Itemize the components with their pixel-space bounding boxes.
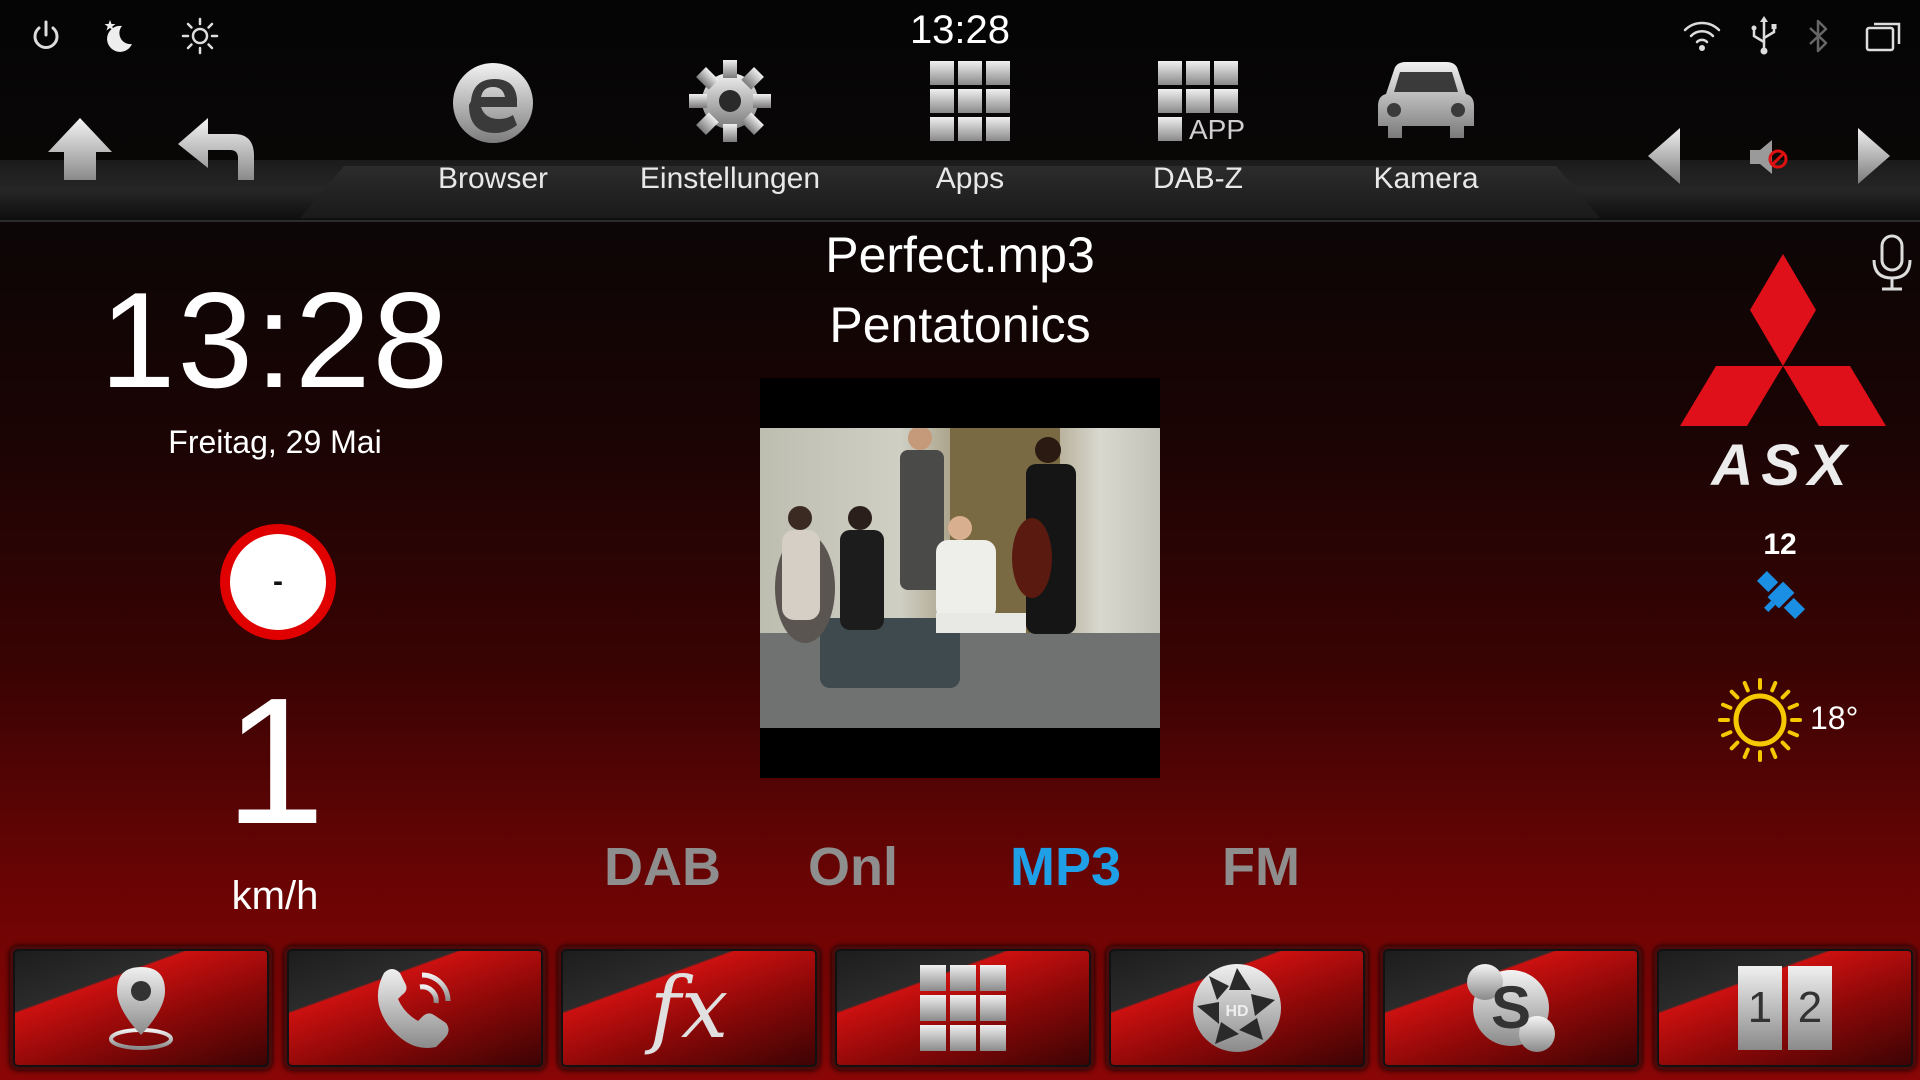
- dab-app-icon: APP: [1143, 46, 1253, 156]
- nav-browser-label: Browser: [437, 162, 549, 195]
- nav-browser-button[interactable]: Browser: [423, 46, 563, 196]
- nav-dab-z-label: DAB-Z: [1153, 162, 1243, 195]
- speed-unit: km/h: [231, 874, 319, 918]
- chevron-left-icon: [1648, 128, 1680, 184]
- album-art-image: [760, 378, 1160, 778]
- svg-text:S: S: [1491, 974, 1531, 1041]
- dock-hd-camera-button[interactable]: HD: [1106, 946, 1368, 1070]
- volume-down-button[interactable]: [1640, 124, 1690, 188]
- window-switch-icon[interactable]: [1862, 14, 1906, 58]
- nav-camera-button[interactable]: Kamera: [1356, 46, 1496, 196]
- speaker-muted-icon: [1750, 140, 1788, 174]
- brand-logo: ASX: [1676, 250, 1890, 498]
- hd-camera-icon: HD: [1193, 964, 1281, 1052]
- dock-fx-button[interactable]: fx: [558, 946, 820, 1070]
- back-arrow-icon: [178, 118, 254, 180]
- grid-menu-icon: [920, 965, 1006, 1051]
- settings-gear-icon: [675, 46, 785, 156]
- car-camera-icon: [1371, 46, 1481, 156]
- source-dab[interactable]: DAB: [604, 836, 721, 898]
- temperature-value: 18°: [1810, 700, 1859, 736]
- browser-icon: [438, 46, 548, 156]
- bluetooth-icon: [1796, 14, 1840, 58]
- split-screen-icon: 1 2: [1738, 966, 1832, 1050]
- speed-limit-sign: -: [220, 524, 336, 640]
- apps-grid-icon: [915, 46, 1025, 156]
- dock-navigation-button[interactable]: [10, 946, 272, 1070]
- skype-icon: S: [1467, 964, 1555, 1052]
- dab-app-icon-text: APP: [1189, 114, 1246, 145]
- split-left-pane: 1: [1738, 966, 1782, 1050]
- date-label: Freitag, 29 Mai: [168, 424, 382, 460]
- speed-value: 1: [224, 661, 326, 862]
- track-title[interactable]: Perfect.mp3: [660, 226, 1260, 284]
- weather-sun-icon: [1716, 676, 1804, 764]
- svg-text:HD: HD: [1225, 1003, 1248, 1020]
- source-mp3[interactable]: MP3: [1010, 836, 1121, 898]
- main-clock: 13:28: [99, 264, 451, 416]
- back-button[interactable]: [172, 110, 262, 190]
- usb-icon: [1742, 14, 1786, 58]
- gps-satellite-count: 12: [1763, 528, 1797, 561]
- dock-menu-button[interactable]: [832, 946, 1094, 1070]
- source-fm[interactable]: FM: [1222, 836, 1300, 898]
- fx-label: fx: [649, 959, 729, 1057]
- power-icon[interactable]: [24, 14, 68, 58]
- track-artist[interactable]: Pentatonics: [660, 296, 1260, 354]
- split-right-pane: 2: [1788, 966, 1832, 1050]
- chevron-right-icon: [1858, 128, 1890, 184]
- nav-apps-label: Apps: [935, 162, 1005, 195]
- split-left-number: 1: [1747, 983, 1773, 1032]
- fx-equalizer-icon: fx: [650, 959, 728, 1057]
- home-button[interactable]: [40, 110, 120, 190]
- brightness-icon[interactable]: [178, 14, 222, 58]
- brand-model-text: ASX: [1711, 433, 1855, 498]
- phone-icon: [377, 969, 451, 1049]
- navigation-pin-icon: [109, 967, 173, 1050]
- wifi-icon: [1680, 14, 1724, 58]
- nav-dab-z-button[interactable]: APP DAB-Z: [1128, 46, 1268, 196]
- album-art[interactable]: [760, 378, 1160, 778]
- speed-limit-value: -: [273, 565, 283, 598]
- volume-up-button[interactable]: [1848, 124, 1898, 188]
- mute-button[interactable]: [1746, 134, 1796, 180]
- dock-split-screen-button[interactable]: 1 2: [1654, 946, 1916, 1070]
- nav-camera-label: Kamera: [1373, 162, 1479, 195]
- night-mode-icon[interactable]: [96, 14, 140, 58]
- dock-phone-button[interactable]: [284, 946, 546, 1070]
- home-arrow-icon: [48, 118, 112, 180]
- nav-apps-button[interactable]: Apps: [900, 46, 1040, 196]
- nav-settings-label: Einstellungen: [639, 162, 821, 195]
- gps-satellite-icon: [1746, 560, 1816, 630]
- dock-skype-button[interactable]: S: [1380, 946, 1642, 1070]
- split-right-number: 2: [1797, 983, 1823, 1032]
- nav-settings-button[interactable]: Einstellungen: [630, 46, 830, 196]
- source-online[interactable]: Onl: [808, 836, 898, 898]
